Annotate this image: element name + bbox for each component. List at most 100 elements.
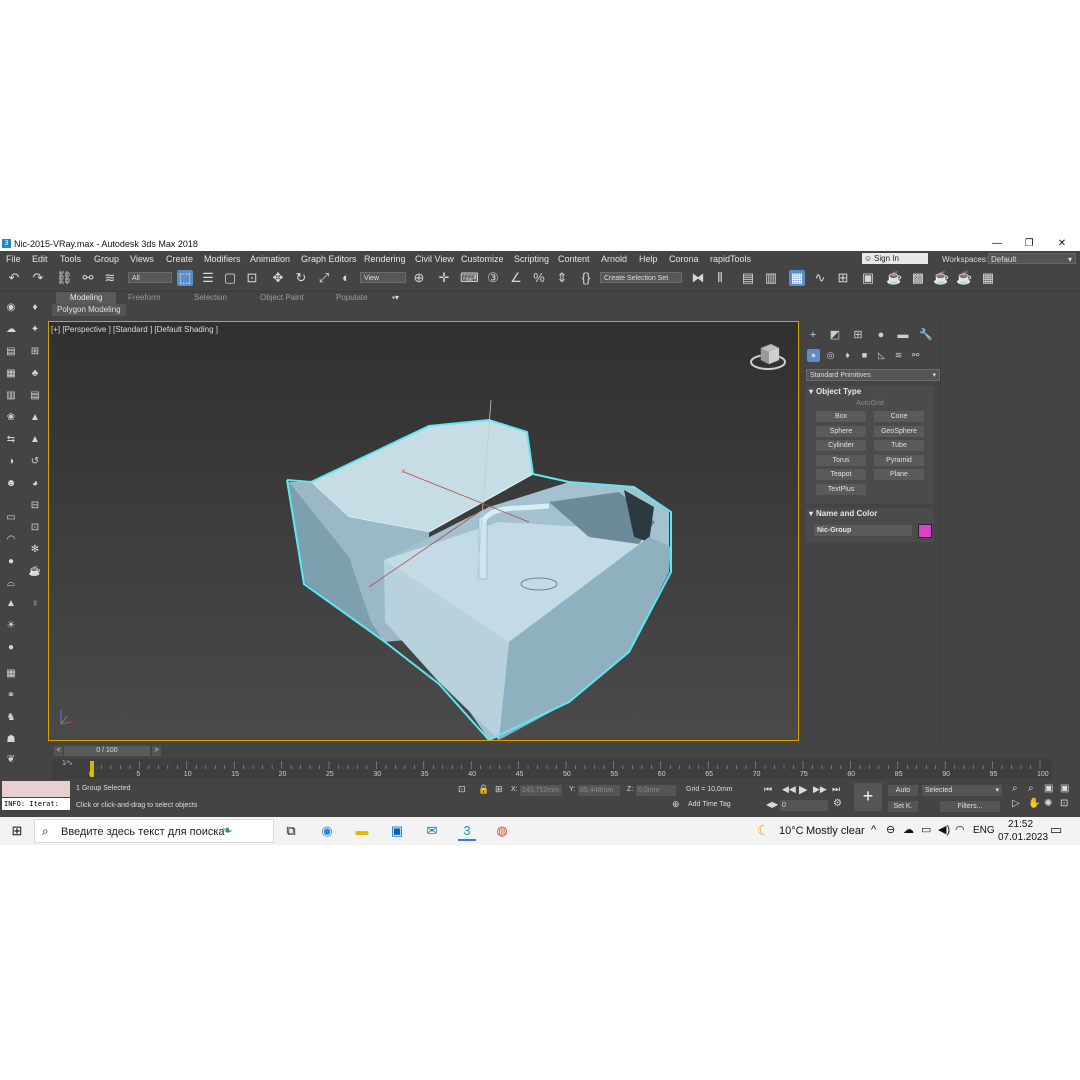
menu-modifiers[interactable]: Modifiers	[204, 254, 241, 264]
create-panel-icon[interactable]: +	[806, 328, 820, 342]
maxscript-listener[interactable]	[2, 781, 70, 797]
display-children-icon[interactable]: ✦	[28, 323, 42, 337]
file-explorer-icon[interactable]: ▬	[353, 823, 371, 839]
windows-start-icon[interactable]: ⊞	[8, 823, 26, 839]
weather-desc[interactable]: Mostly clear	[806, 825, 865, 837]
percent-snap-icon[interactable]: %	[531, 270, 547, 286]
display-panel-icon[interactable]: ▬	[896, 328, 910, 342]
menu-rapidtools[interactable]: rapidTools	[710, 254, 751, 264]
set-key-big-button[interactable]: +	[854, 783, 882, 811]
rendered-frame-window-icon[interactable]: ▩	[910, 270, 926, 286]
menu-views[interactable]: Views	[130, 254, 154, 264]
x-coordinate-field[interactable]: 140,712mm	[520, 785, 562, 796]
scene-explorer-select-icon[interactable]: ◉	[4, 301, 18, 315]
time-tag-icon[interactable]: ⊕	[672, 799, 680, 810]
time-slider[interactable]: 0 / 100	[64, 746, 150, 756]
chrome-icon[interactable]: ◍	[493, 823, 511, 839]
menu-create[interactable]: Create	[166, 254, 193, 264]
object-color-swatch[interactable]	[918, 524, 932, 538]
notifications-icon[interactable]: ▭	[1050, 822, 1062, 838]
mirror-icon[interactable]: ⧓	[690, 270, 706, 286]
geometry-icon[interactable]: ●	[807, 349, 820, 362]
next-frame-icon[interactable]: ▶▶	[813, 784, 827, 795]
placement-icon[interactable]: ◐	[338, 270, 354, 286]
clock-date[interactable]: 07.01.2023	[998, 832, 1048, 843]
select-object-icon[interactable]: ⬚	[177, 270, 193, 286]
filter-groups-icon[interactable]: ⇆	[4, 433, 18, 447]
menu-arnold[interactable]: Arnold	[601, 254, 627, 264]
selection-lock-icon[interactable]: 🔒	[478, 784, 489, 795]
filter-xrefs-icon[interactable]: ▲	[28, 433, 42, 447]
bind-space-warp-icon[interactable]: ≋	[102, 270, 118, 286]
add-time-tag[interactable]: Add Time Tag	[688, 801, 731, 808]
layer-explorer-icon[interactable]: ▥	[763, 270, 779, 286]
sphere-button[interactable]: Sphere	[816, 426, 866, 437]
systems-icon[interactable]: ⚯	[909, 349, 922, 362]
isolate-selection-icon[interactable]: ⊡	[458, 784, 466, 795]
spinner-snap-icon[interactable]: ⇕	[554, 270, 570, 286]
cameras-icon[interactable]: ■	[858, 349, 871, 362]
task-view-icon[interactable]: ⧉	[282, 823, 300, 839]
pyramid-button[interactable]: Pyramid	[874, 455, 924, 466]
curve-editor-icon[interactable]: ∿	[812, 270, 828, 286]
current-frame-field[interactable]: 0	[780, 800, 828, 811]
keyboard-shortcut-override-icon[interactable]: ⌨	[460, 270, 479, 286]
menu-file[interactable]: File	[6, 254, 21, 264]
absolute-mode-icon[interactable]: ⊞	[495, 784, 503, 795]
time-configuration-icon[interactable]: ⚙	[833, 798, 842, 809]
named-selection-dropdown[interactable]: Create Selection Set	[600, 272, 682, 283]
pivot-center-icon[interactable]: ⊕	[411, 270, 427, 286]
bulb-icon[interactable]: ♀	[28, 597, 42, 611]
grid-icon[interactable]: ▦	[4, 667, 18, 681]
reference-coordinate-dropdown[interactable]: View	[360, 272, 406, 283]
filter-particles-icon[interactable]: ☻	[4, 477, 18, 491]
ribbon-panel-polygon-modeling[interactable]: Polygon Modeling	[52, 304, 126, 316]
menu-customize[interactable]: Customize	[461, 254, 504, 264]
torus-button[interactable]: Torus	[816, 455, 866, 466]
clock-time[interactable]: 21:52	[1008, 819, 1033, 830]
light-icon[interactable]: ♦	[28, 301, 42, 315]
pan-icon[interactable]: ✋	[1028, 798, 1040, 809]
render-production-icon[interactable]: ☕	[933, 270, 949, 286]
perspective-viewport[interactable]: [+] [Perspective ] [Standard ] [Default …	[48, 321, 799, 741]
zoom-all-icon[interactable]: ⌕	[1028, 783, 1034, 794]
tab-selection[interactable]: Selection	[194, 292, 227, 304]
geosphere-button[interactable]: GeoSphere	[874, 426, 924, 437]
lights-icon[interactable]: ♦	[841, 349, 854, 362]
zoom-icon[interactable]: ⌕	[1012, 783, 1018, 794]
motion-panel-icon[interactable]: ●	[874, 328, 888, 342]
weather-temp[interactable]: 10°C	[779, 825, 804, 837]
workspace-dropdown[interactable]: Default ▾	[988, 253, 1076, 264]
filter-all-icon[interactable]: ⊡	[28, 521, 42, 535]
orbit-icon[interactable]: ✺	[1044, 798, 1052, 809]
tab-freeform[interactable]: Freeform	[128, 292, 160, 304]
menu-corona[interactable]: Corona	[669, 254, 699, 264]
filter-biped-icon[interactable]: ↺	[28, 455, 42, 469]
render-setup-icon[interactable]: ☕	[886, 270, 902, 286]
helpers-icon[interactable]: ◺	[875, 349, 888, 362]
menu-content[interactable]: Content	[558, 254, 590, 264]
dome-icon[interactable]: ◠	[4, 533, 18, 547]
maximize-button[interactable]: ❐	[1012, 237, 1046, 251]
selection-filter-dropdown[interactable]: All	[128, 272, 172, 283]
taskbar-search-box[interactable]: ⌕ Введите здесь текст для поиска ❧	[34, 819, 274, 843]
filter-spacewarps-icon[interactable]: ▲	[28, 411, 42, 425]
filter-containers-icon[interactable]: ◕	[28, 477, 42, 491]
maxscript-info[interactable]: INFO: Iterat:	[2, 798, 70, 810]
auto-key-button[interactable]: Auto	[888, 785, 918, 796]
shapes-icon[interactable]: ◎	[824, 349, 837, 362]
hierarchy-icon[interactable]: ⊞	[28, 345, 42, 359]
tab-populate[interactable]: Populate	[336, 292, 368, 304]
filter-helpers-icon[interactable]: ❀	[4, 411, 18, 425]
filter-shapes-icon[interactable]: ♣	[28, 367, 42, 381]
undo-icon[interactable]: ↶	[6, 270, 22, 286]
set-key-button[interactable]: Set K.	[888, 801, 918, 812]
wifi-icon[interactable]: ◠	[955, 823, 965, 836]
filter-cameras-icon[interactable]: ▤	[28, 389, 42, 403]
zoom-extents-all-icon[interactable]: ▣	[1060, 783, 1069, 794]
utilities-panel-icon[interactable]: 🔧	[919, 328, 933, 342]
scene-explorer-icon[interactable]: ▤	[740, 270, 756, 286]
time-next-icon[interactable]: >	[152, 746, 161, 756]
zoom-extents-icon[interactable]: ▣	[1044, 783, 1053, 794]
filter-hidden-icon[interactable]: ▭	[4, 511, 18, 525]
